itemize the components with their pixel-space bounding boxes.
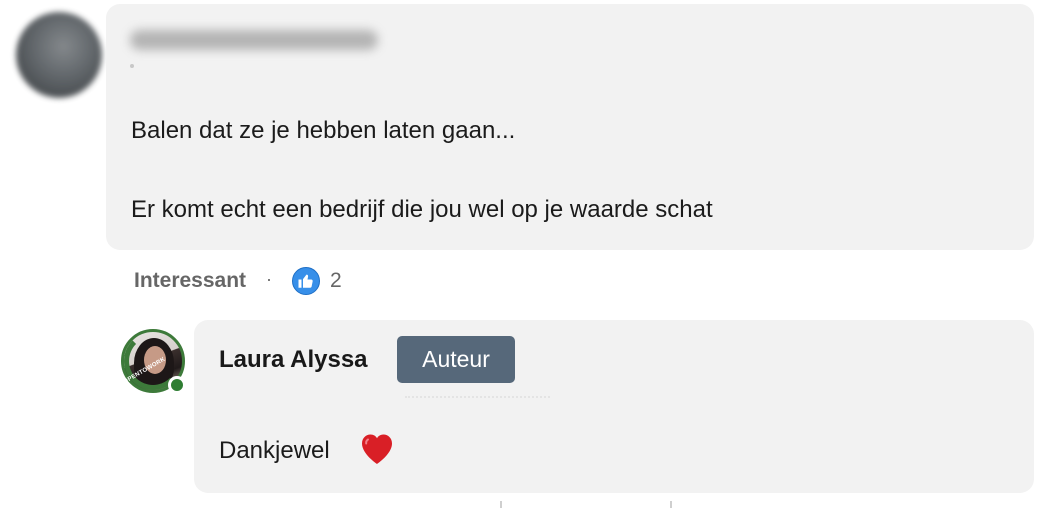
reply-author-name[interactable]: Laura Alyssa	[219, 345, 368, 375]
separator-dot: ·	[266, 268, 273, 289]
reply-headline-faint	[405, 396, 550, 400]
commenter-name-redacted[interactable]	[130, 30, 378, 50]
reaction-type-button[interactable]: Interessant	[134, 269, 246, 293]
commenter-headline-redacted	[130, 64, 134, 68]
comment-thread: Balen dat ze je hebben laten gaan... Er …	[0, 0, 1044, 508]
comment-action-bar: Interessant · 2	[134, 264, 342, 298]
commenter-avatar[interactable]	[16, 12, 102, 98]
divider-tick	[500, 501, 502, 508]
comment-text-line: Er komt echt een bedrijf die jou wel op …	[131, 196, 713, 223]
online-status-icon	[168, 376, 186, 394]
author-badge: Auteur	[397, 336, 515, 383]
thumbs-up-icon[interactable]	[292, 267, 321, 295]
reaction-count[interactable]: 2	[330, 269, 342, 293]
red-heart-icon	[362, 434, 392, 464]
reply-text: Dankjewel	[219, 437, 330, 464]
comment-text-line: Balen dat ze je hebben laten gaan...	[131, 117, 516, 144]
divider-tick	[670, 501, 672, 508]
